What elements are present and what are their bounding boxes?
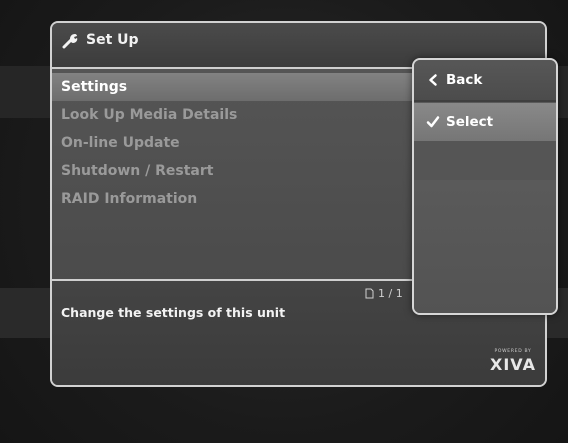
screen: Set Up Settings Look Up Media Details On… [0, 0, 568, 443]
page-number: 1 / 1 [378, 287, 403, 300]
select-button[interactable]: Select [414, 103, 556, 141]
back-label: Back [446, 72, 483, 88]
brand-tagline: POWERED BY [494, 349, 532, 354]
action-menu: Back Select [412, 58, 558, 315]
page-icon [365, 288, 374, 299]
back-button[interactable]: Back [414, 60, 556, 102]
chevron-left-icon [429, 74, 437, 86]
page-indicator: 1 / 1 [365, 287, 403, 300]
xiva-logo: POWERED BY XIVA [489, 349, 537, 379]
brand-name: XIVA [490, 355, 536, 374]
wrench-icon [62, 34, 78, 49]
empty-menu-slot [414, 180, 556, 313]
item-description: Change the settings of this unit [61, 305, 286, 320]
select-label: Select [446, 114, 494, 130]
window-title: Set Up [86, 32, 139, 48]
empty-menu-slot [414, 141, 556, 180]
checkmark-icon [426, 116, 440, 128]
